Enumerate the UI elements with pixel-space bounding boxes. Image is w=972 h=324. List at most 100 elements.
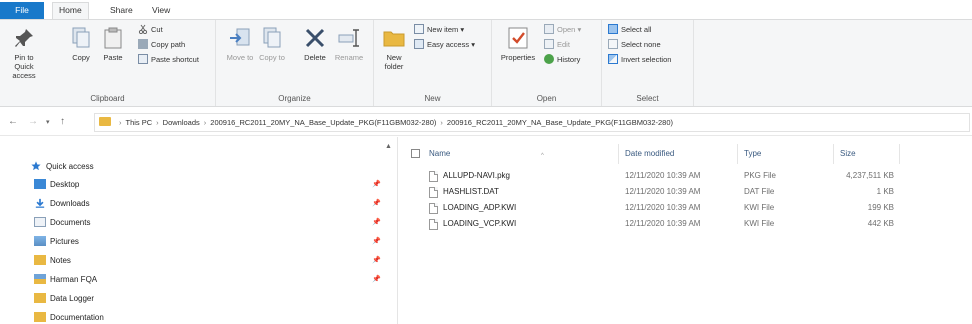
tab-view[interactable]: View <box>146 3 176 18</box>
history-button[interactable]: History <box>544 53 580 66</box>
history-icon <box>544 54 554 64</box>
file-date: 12/11/2020 10:39 AM <box>625 187 701 196</box>
table-row[interactable]: LOADING_ADP.KWI 12/11/2020 10:39 AM KWI … <box>399 200 972 216</box>
navigation-pane: Quick access Desktop 📌 Downloads 📌 Docum… <box>0 137 398 324</box>
sidebar-item-harman-fqa[interactable]: Harman FQA <box>34 271 97 288</box>
table-row[interactable]: ALLUPD-NAVI.pkg 12/11/2020 10:39 AM PKG … <box>399 168 972 184</box>
navigation-scrollbar[interactable]: ▲ <box>382 143 396 324</box>
scroll-up-arrow-icon[interactable]: ▲ <box>385 143 392 150</box>
sidebar-item-quick-access[interactable]: Quick access <box>30 158 94 175</box>
sidebar-item-pictures[interactable]: Pictures <box>34 233 79 250</box>
ribbon: Pin to Quick access Copy Paste Cut Copy … <box>0 19 972 107</box>
column-header-name-label: Name <box>429 149 451 158</box>
sidebar-item-label: Notes <box>50 256 71 265</box>
new-item-dropdown[interactable]: New item ▾ <box>414 23 464 36</box>
breadcrumb-package-folder[interactable]: 200916_RC2011_20MY_NA_Base_Update_PKG(F1… <box>210 118 436 127</box>
copy-to-label: Copy to <box>259 53 285 62</box>
folder-icon <box>34 293 46 303</box>
paste-label: Paste <box>103 53 123 62</box>
pin-icon[interactable]: 📌 <box>372 199 381 207</box>
sidebar-item-documents[interactable]: Documents <box>34 214 90 231</box>
pin-icon[interactable]: 📌 <box>372 256 381 264</box>
sidebar-item-downloads[interactable]: Downloads <box>34 195 90 212</box>
breadcrumb-this-pc[interactable]: This PC <box>126 118 153 127</box>
pictures-icon <box>34 236 46 246</box>
delete-label: Delete <box>304 53 326 62</box>
back-arrow-icon[interactable]: ← <box>8 116 18 127</box>
paste-shortcut-icon <box>138 54 148 64</box>
cut-label: Cut <box>151 25 163 34</box>
download-icon <box>34 197 46 208</box>
easy-access-label: Easy access <box>427 40 470 49</box>
breadcrumb-downloads[interactable]: Downloads <box>163 118 200 127</box>
up-arrow-icon[interactable]: ↑ <box>60 116 65 127</box>
move-to-label: Move to <box>226 53 254 62</box>
open-group: Properties Open ▾ Edit History Open <box>492 20 602 106</box>
cut-button[interactable]: Cut <box>138 23 163 36</box>
move-to-button[interactable]: Move to <box>226 26 254 62</box>
file-type: PKG File <box>744 171 777 180</box>
pin-icon[interactable]: 📌 <box>372 218 381 226</box>
paste-shortcut-button[interactable]: Paste shortcut <box>138 53 199 66</box>
delete-button[interactable]: Delete <box>300 26 330 62</box>
file-list: Name ^ Date modified Type Size ALLUPD-NA… <box>399 137 972 324</box>
edit-button[interactable]: Edit <box>544 38 570 51</box>
sidebar-item-data-logger[interactable]: Data Logger <box>34 290 94 307</box>
network-folder-icon <box>34 274 46 284</box>
sidebar-item-desktop[interactable]: Desktop <box>34 176 79 193</box>
organize-group: Move to Copy to Delete Rename Organize <box>216 20 374 106</box>
select-all-checkbox[interactable] <box>411 149 420 158</box>
sidebar-item-documentation[interactable]: Documentation <box>34 309 104 324</box>
file-date: 12/11/2020 10:39 AM <box>625 203 701 212</box>
copy-to-button[interactable]: Copy to <box>258 26 286 62</box>
invert-selection-button[interactable]: Invert selection <box>608 53 671 66</box>
easy-access-dropdown[interactable]: Easy access ▾ <box>414 38 475 51</box>
select-none-button[interactable]: Select none <box>608 38 661 51</box>
sidebar-item-label: Pictures <box>50 237 79 246</box>
breadcrumb-chevron-icon: › <box>440 118 443 127</box>
column-header-date-label: Date modified <box>625 149 675 158</box>
pin-icon[interactable]: 📌 <box>372 275 381 283</box>
properties-button[interactable]: Properties <box>496 26 540 62</box>
table-row[interactable]: HASHLIST.DAT 12/11/2020 10:39 AM DAT Fil… <box>399 184 972 200</box>
recent-locations-chevron-icon[interactable]: ▾ <box>46 118 50 126</box>
copy-button[interactable]: Copy <box>66 26 96 62</box>
properties-checkmark-icon <box>508 27 528 49</box>
select-none-label: Select none <box>621 40 661 49</box>
pin-to-quick-access-button[interactable]: Pin to Quick access <box>4 26 44 80</box>
tab-file[interactable]: File <box>0 2 44 19</box>
tab-home[interactable]: Home <box>52 2 89 20</box>
paste-shortcut-label: Paste shortcut <box>151 55 199 64</box>
star-icon <box>30 160 42 171</box>
new-folder-button[interactable]: New folder <box>380 26 408 71</box>
table-row[interactable]: LOADING_VCP.KWI 12/11/2020 10:39 AM KWI … <box>399 216 972 232</box>
file-date: 12/11/2020 10:39 AM <box>625 171 701 180</box>
new-folder-icon <box>383 31 405 47</box>
select-all-button[interactable]: Select all <box>608 23 651 36</box>
sidebar-item-notes[interactable]: Notes <box>34 252 71 269</box>
file-icon <box>429 203 438 214</box>
select-group: Select all Select none Invert selection … <box>602 20 694 106</box>
file-name: LOADING_ADP.KWI <box>443 203 517 212</box>
breadcrumb-package-subfolder[interactable]: 200916_RC2011_20MY_NA_Base_Update_PKG(F1… <box>447 118 673 127</box>
copy-path-label: Copy path <box>151 40 186 49</box>
tab-share[interactable]: Share <box>104 3 139 18</box>
forward-arrow-icon[interactable]: → <box>28 116 38 127</box>
column-header-date[interactable]: Date modified <box>619 144 738 164</box>
folder-icon <box>34 312 46 322</box>
invert-selection-label: Invert selection <box>621 55 672 64</box>
copy-path-button[interactable]: Copy path <box>138 38 185 51</box>
rename-button[interactable]: Rename <box>332 26 366 62</box>
address-bar[interactable]: › This PC › Downloads › 200916_RC2011_20MY_NA… <box>94 113 970 132</box>
column-header-name[interactable]: Name ^ <box>423 144 619 164</box>
pin-icon[interactable]: 📌 <box>372 180 381 188</box>
open-button[interactable]: Open ▾ <box>544 23 581 36</box>
file-icon <box>429 187 438 198</box>
column-header-size[interactable]: Size <box>834 144 900 164</box>
clipboard-group: Pin to Quick access Copy Paste Cut Copy … <box>0 20 216 106</box>
pin-icon <box>15 29 33 47</box>
column-header-type[interactable]: Type <box>738 144 834 164</box>
paste-button[interactable]: Paste <box>98 26 128 62</box>
pin-icon[interactable]: 📌 <box>372 237 381 245</box>
select-all-icon <box>608 24 618 34</box>
